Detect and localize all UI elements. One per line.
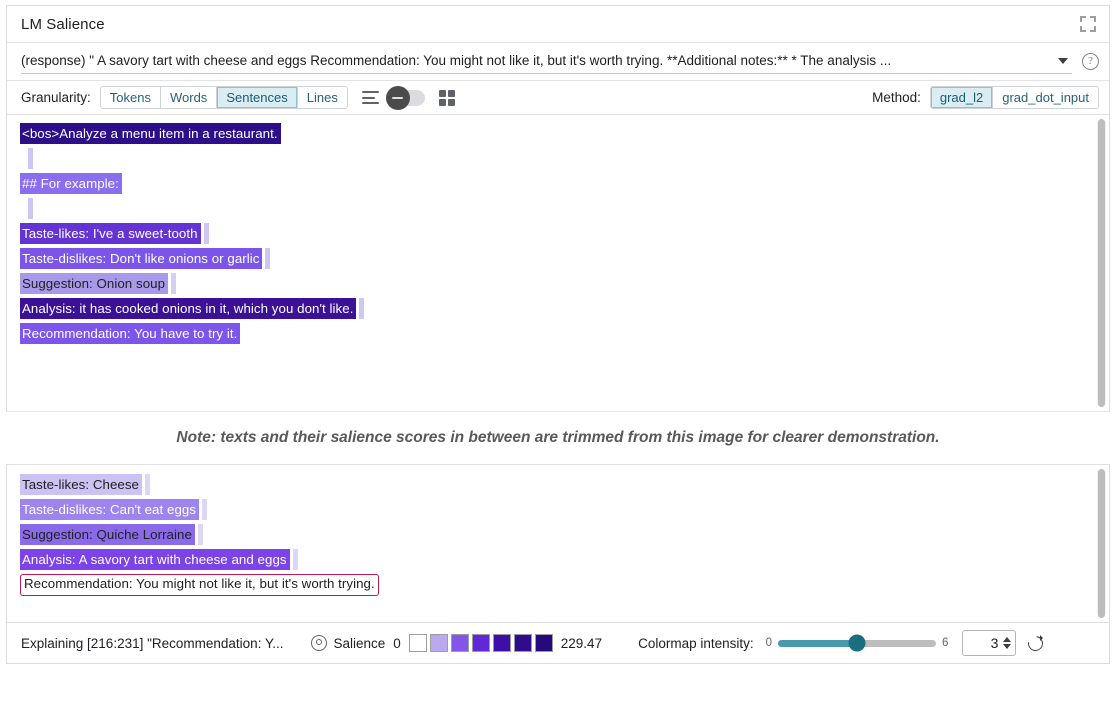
salience-line[interactable]: Taste-likes: Cheese [20,474,1109,497]
granularity-option-words[interactable]: Words [161,87,217,108]
salience-chip[interactable]: Taste-dislikes: Don't like onions or gar… [20,248,262,269]
salience-legend-label: Salience [333,636,385,651]
newline-salience-marker [28,198,33,219]
newline-salience-marker [171,273,176,294]
colorbar-swatch [493,634,511,652]
slider-min-label: 0 [766,637,772,649]
salience-line[interactable]: Suggestion: Onion soup [20,273,1109,296]
triangle-down-icon [1003,644,1011,649]
newline-salience-marker [145,474,150,495]
method-option-grad-dot-input[interactable]: grad_dot_input [993,87,1098,108]
salience-chip[interactable]: Suggestion: Onion soup [20,273,168,294]
explaining-label: Explaining [216:231] "Recommendation: Y.… [21,636,283,651]
salience-chip[interactable]: ## For example: [20,173,122,194]
newline-salience-marker [293,549,298,570]
salience-line[interactable]: Taste-dislikes: Don't like onions or gar… [20,248,1109,271]
grid-view-icon[interactable] [439,90,455,106]
salience-line[interactable] [20,148,1109,171]
newline-salience-marker [359,298,364,319]
salience-chip[interactable]: Analysis: it has cooked onions in it, wh… [20,298,356,319]
colormap-intensity-label: Colormap intensity: [638,636,754,651]
method-segmented-control: grad_l2 grad_dot_input [930,86,1099,109]
color-palette-icon [311,635,327,651]
granularity-option-tokens[interactable]: Tokens [101,87,161,108]
toggle-switch-off[interactable] [389,90,425,106]
salience-chip-selected[interactable]: Recommendation: You might not like it, b… [20,574,379,596]
colorbar-swatch [472,634,490,652]
slider-handle[interactable] [849,635,866,652]
salience-line-list-top: <bos>Analyze a menu item in a restaurant… [7,115,1109,346]
salience-chip[interactable] [20,148,25,169]
salience-chip[interactable]: Taste-dislikes: Can't eat eggs [20,499,199,520]
colorbar-swatch [409,634,427,652]
colorbar-min-value: 0 [393,636,401,651]
slider-max-label: 6 [942,637,948,649]
salience-chip[interactable]: Taste-likes: Cheese [20,474,142,495]
module-titlebar: LM Salience [6,5,1110,43]
granularity-option-sentences[interactable]: Sentences [217,87,297,108]
salience-chip[interactable]: <bos>Analyze a menu item in a restaurant… [20,123,281,144]
text-lines-icon[interactable] [362,91,379,104]
scrollbar-top[interactable] [1097,119,1106,407]
colormap-intensity-slider[interactable] [778,640,936,647]
method-label: Method: [872,90,921,105]
salience-line[interactable]: Recommendation: You might not like it, b… [20,574,1109,597]
salience-chip[interactable]: Taste-likes: I've a sweet-tooth [20,223,201,244]
response-select-value: (response) " A savory tart with cheese a… [21,50,1058,72]
colorbar-swatch [514,634,532,652]
fullscreen-icon[interactable] [1079,15,1097,33]
colorbar-swatches [409,634,553,652]
salience-chip[interactable]: Analysis: A savory tart with cheese and … [20,549,290,570]
salience-panel-top: <bos>Analyze a menu item in a restaurant… [6,115,1110,412]
granularity-option-lines[interactable]: Lines [298,87,347,108]
newline-salience-marker [202,499,207,520]
salience-line-list-bottom: Taste-likes: Cheese Taste-dislikes: Can't… [7,465,1109,597]
salience-chip[interactable]: Recommendation: You have to try it. [20,323,240,344]
newline-salience-marker [198,524,203,545]
triangle-up-icon [1003,637,1011,642]
refresh-icon[interactable] [1027,635,1044,652]
method-option-grad-l2[interactable]: grad_l2 [931,87,993,108]
salience-line[interactable]: Analysis: it has cooked onions in it, wh… [20,298,1109,321]
salience-line[interactable]: Taste-likes: I've a sweet-tooth [20,223,1109,246]
salience-chip[interactable]: Suggestion: Quiche Lorraine [20,524,195,545]
colorbar-max-value: 229.47 [561,636,602,651]
trim-note: Note: texts and their salience scores in… [0,412,1116,464]
salience-line[interactable]: Taste-dislikes: Can't eat eggs [20,499,1109,522]
stepper-value: 3 [991,635,999,651]
scrollbar-bottom[interactable] [1097,469,1106,618]
colormap-intensity-control: 0 6 [766,637,949,649]
salience-chip[interactable] [20,198,25,219]
salience-line[interactable]: Suggestion: Quiche Lorraine [20,524,1109,547]
help-circle-icon[interactable]: ? [1082,53,1099,70]
controls-toolbar: Granularity: Tokens Words Sentences Line… [6,81,1110,115]
newline-salience-marker [204,223,209,244]
salience-panel-bottom: Taste-likes: Cheese Taste-dislikes: Can't… [6,464,1110,622]
granularity-label: Granularity: [21,90,91,105]
salience-line[interactable]: Analysis: A savory tart with cheese and … [20,549,1109,572]
response-select[interactable]: (response) " A savory tart with cheese a… [21,49,1072,74]
salience-line[interactable]: Recommendation: You have to try it. [20,323,1109,346]
colorbar-swatch [535,634,553,652]
method-controls: Method: grad_l2 grad_dot_input [872,86,1099,109]
newline-salience-marker [28,148,33,169]
salience-line[interactable]: ## For example: [20,173,1109,196]
lm-salience-module: LM Salience (response) " A savory tart w… [0,0,1116,710]
stepper-arrows[interactable] [1003,637,1011,649]
page-title: LM Salience [21,16,105,33]
newline-salience-marker [265,248,270,269]
granularity-segmented-control: Tokens Words Sentences Lines [100,86,348,109]
salience-line[interactable]: <bos>Analyze a menu item in a restaurant… [20,123,1109,146]
status-bar: Explaining [216:231] "Recommendation: Y.… [6,622,1110,664]
colorbar-swatch [451,634,469,652]
chevron-down-icon[interactable] [1058,58,1068,64]
salience-line[interactable] [20,198,1109,221]
colormap-intensity-stepper[interactable]: 3 [962,630,1016,656]
response-selector-row: (response) " A savory tart with cheese a… [6,43,1110,81]
colorbar-swatch [430,634,448,652]
